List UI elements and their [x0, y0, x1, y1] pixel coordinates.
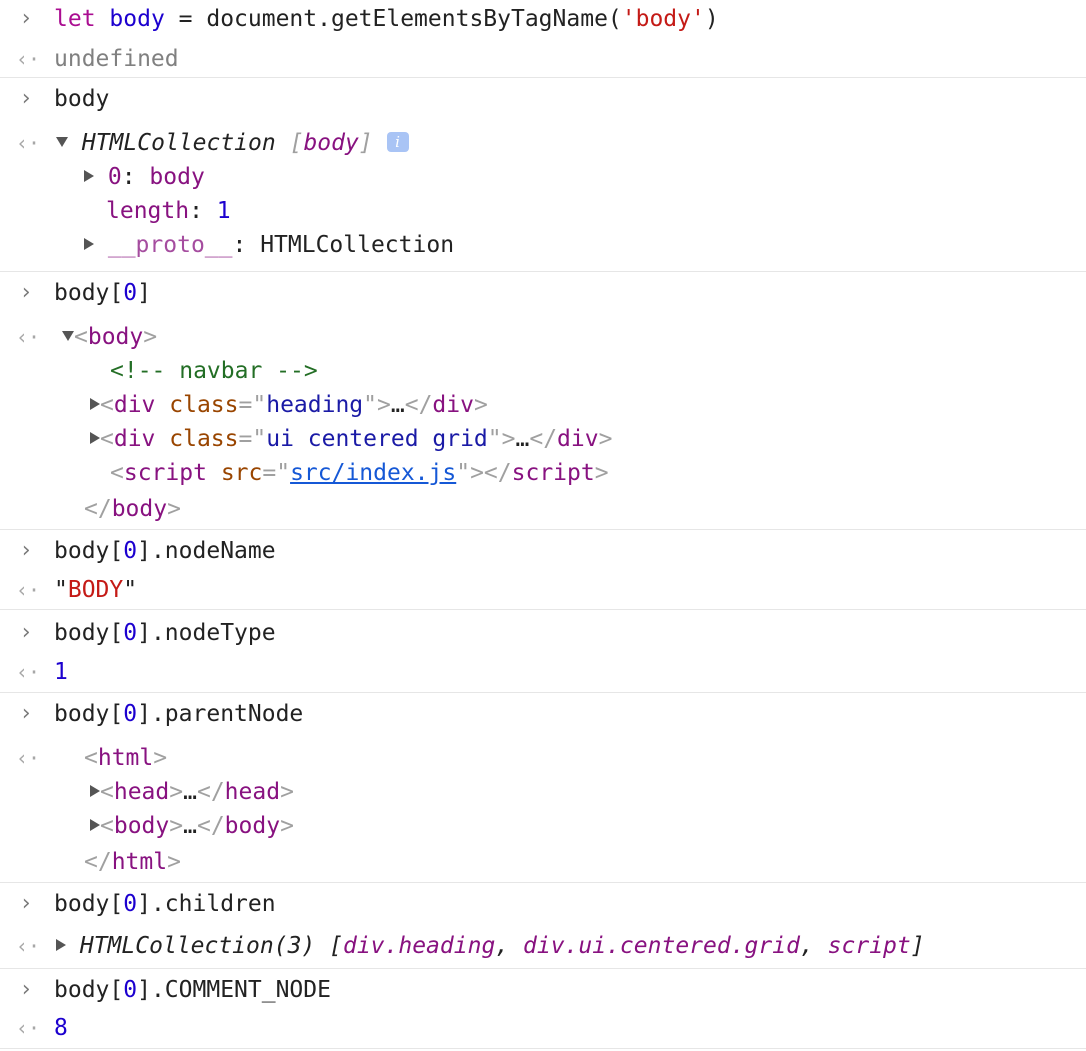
input-prompt-icon: ›: [19, 6, 33, 31]
dom-comment: <!-- navbar -->: [110, 358, 318, 384]
collapse-triangle-icon[interactable]: [90, 431, 100, 444]
collection-summary[interactable]: HTMLCollection(3) [div.heading, div.ui.c…: [56, 931, 925, 961]
input-prompt-icon: ›: [19, 86, 33, 111]
console-output: 1: [54, 659, 68, 685]
console-entry: › body[0].children ‹· HTMLCollection(3) …: [0, 883, 1086, 969]
dom-node-body-open[interactable]: <body>: [62, 322, 157, 352]
collection-item[interactable]: __proto__: HTMLCollection: [84, 230, 454, 260]
input-prompt-icon: ›: [19, 977, 33, 1002]
script-src-link[interactable]: src/index.js: [290, 460, 456, 486]
console-entry: › body[0].nodeType ‹· 1: [0, 610, 1086, 693]
input-prompt-icon: ›: [19, 701, 33, 726]
console-input[interactable]: body[0].nodeName: [54, 536, 276, 566]
input-prompt-icon: ›: [19, 280, 33, 305]
dom-node-div[interactable]: <div class="heading">…</div>: [90, 390, 488, 420]
input-prompt-icon: ›: [19, 620, 33, 645]
collection-item[interactable]: 0: body: [84, 162, 205, 192]
input-prompt-icon: ›: [19, 891, 33, 916]
collapse-triangle-icon[interactable]: [90, 818, 100, 831]
console-input[interactable]: body: [54, 84, 109, 114]
console-input[interactable]: body[0].nodeType: [54, 618, 276, 648]
result-arrow-icon: ‹·: [16, 660, 41, 684]
console-entry: › body[0].COMMENT_NODE ‹· 8: [0, 969, 1086, 1049]
collection-header[interactable]: HTMLCollection [body] i: [56, 128, 409, 158]
console-entry: › let body = document.getElementsByTagNa…: [0, 0, 1086, 78]
expand-triangle-icon[interactable]: [56, 136, 68, 147]
result-arrow-icon: ‹·: [16, 578, 41, 602]
input-prompt-icon: ›: [19, 538, 33, 563]
result-arrow-icon: ‹·: [16, 325, 41, 349]
console-input[interactable]: body[0].COMMENT_NODE: [54, 975, 331, 1005]
console-input[interactable]: body[0].children: [54, 889, 276, 919]
info-icon[interactable]: i: [386, 131, 409, 152]
dom-node-html-open: <html>: [84, 745, 168, 771]
console-input[interactable]: body[0]: [54, 278, 151, 308]
expand-triangle-icon[interactable]: [62, 330, 74, 341]
dom-node-body-close: </body>: [84, 496, 181, 522]
result-arrow-icon: ‹·: [16, 934, 41, 958]
console-entry: › body ‹· HTMLCollection [body] i 0: bod…: [0, 78, 1086, 272]
collapse-triangle-icon[interactable]: [84, 237, 94, 250]
console-input[interactable]: body[0].parentNode: [54, 699, 303, 729]
result-arrow-icon: ‹·: [16, 1016, 41, 1040]
console-entry: › body[0].parentNode ‹· <html> <head>…</…: [0, 693, 1086, 883]
console-output: 8: [54, 1015, 68, 1041]
dom-node-html-close: </html>: [84, 849, 181, 875]
dom-node-body[interactable]: <body>…</body>: [90, 811, 294, 841]
dom-node-div[interactable]: <div class="ui centered grid">…</div>: [90, 424, 612, 454]
result-arrow-icon: ‹·: [16, 131, 41, 155]
collapse-triangle-icon[interactable]: [90, 784, 100, 797]
console-output: undefined: [54, 46, 179, 72]
collapse-triangle-icon[interactable]: [84, 169, 94, 182]
collapse-triangle-icon[interactable]: [56, 938, 66, 951]
dom-node-script: <script src="src/index.js"></script>: [110, 460, 609, 486]
result-arrow-icon: ‹·: [16, 47, 41, 71]
console-entry: › body[0].nodeName ‹· "BODY": [0, 530, 1086, 610]
console-entry: › body[0] ‹· <body> <!-- navbar --> <div…: [0, 272, 1086, 530]
console-input[interactable]: let body = document.getElementsByTagName…: [54, 4, 719, 34]
collapse-triangle-icon[interactable]: [90, 397, 100, 410]
console-output: "BODY": [54, 577, 138, 603]
collection-item: length: 1: [106, 198, 231, 224]
result-arrow-icon: ‹·: [16, 746, 41, 770]
dom-node-head[interactable]: <head>…</head>: [90, 777, 294, 807]
console-panel: › let body = document.getElementsByTagNa…: [0, 0, 1086, 1051]
